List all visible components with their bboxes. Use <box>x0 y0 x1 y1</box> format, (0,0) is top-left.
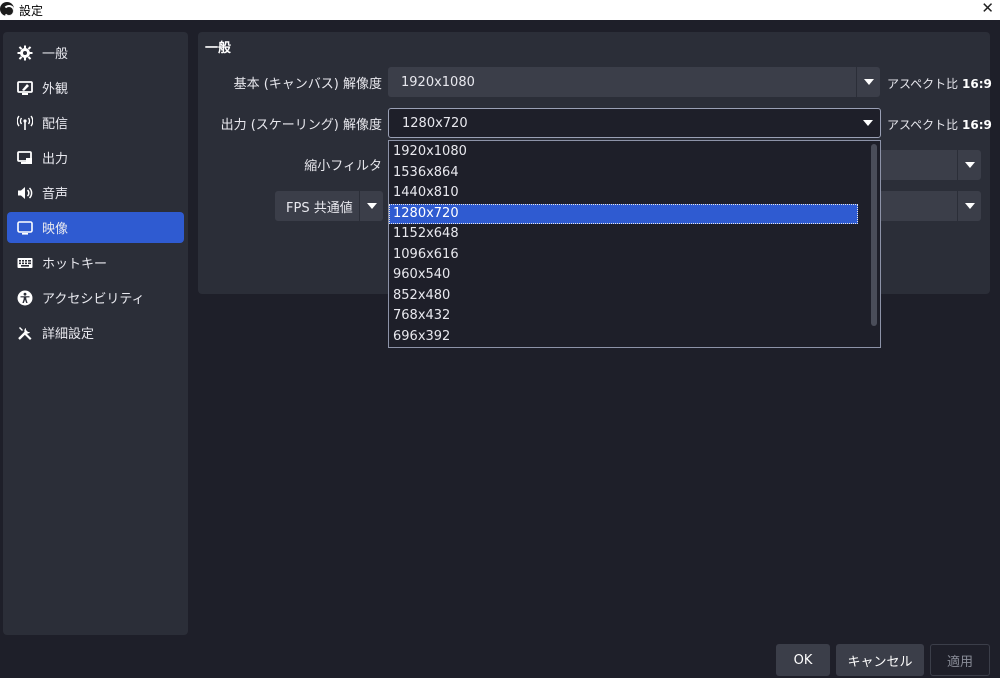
base-aspect-ratio: アスペクト比 16:9 <box>887 77 992 91</box>
downscale-filter-label: 縮小フィルタ <box>304 159 382 174</box>
chevron-down-icon[interactable] <box>957 150 981 180</box>
dropdown-option[interactable]: 1920x1080 <box>389 142 858 163</box>
sidebar-item-label: 映像 <box>42 222 69 237</box>
sidebar-item-label: ホットキー <box>42 257 108 272</box>
sidebar-item-label: 詳細設定 <box>42 327 95 342</box>
sidebar-item-label: 一般 <box>42 47 69 62</box>
section-title: 一般 <box>205 41 232 56</box>
chevron-down-icon[interactable] <box>359 191 383 221</box>
dropdown-option[interactable]: 1440x810 <box>389 183 858 204</box>
title-bar: 設定 ✕ <box>0 0 1000 20</box>
downscale-filter-combobox[interactable] <box>878 150 981 180</box>
sidebar-item-advanced[interactable]: 詳細設定 <box>7 317 184 348</box>
broadcast-icon <box>16 114 34 132</box>
chevron-down-icon[interactable] <box>856 67 880 97</box>
output-resolution-label: 出力 (スケーリング) 解像度 <box>220 118 382 133</box>
cancel-button[interactable]: キャンセル <box>836 644 924 676</box>
speaker-icon <box>16 184 34 202</box>
sidebar-item-appearance[interactable]: 外観 <box>7 72 184 103</box>
output-resolution-value: 1280x720 <box>402 115 468 131</box>
dropdown-option[interactable]: 852x480 <box>389 286 858 307</box>
sidebar-item-hotkeys[interactable]: ホットキー <box>7 247 184 278</box>
sidebar-item-label: 出力 <box>42 152 69 167</box>
sidebar-item-output[interactable]: 出力 <box>7 142 184 173</box>
gear-icon <box>16 44 34 62</box>
sidebar-item-video[interactable]: 映像 <box>7 212 184 243</box>
sidebar-item-audio[interactable]: 音声 <box>7 177 184 208</box>
chevron-down-icon[interactable] <box>957 191 981 221</box>
ok-button[interactable]: OK <box>776 644 830 676</box>
window-title: 設定 <box>19 4 44 18</box>
chevron-down-icon[interactable] <box>856 109 880 137</box>
dropdown-option[interactable]: 696x392 <box>389 327 858 348</box>
sidebar-item-accessibility[interactable]: アクセシビリティ <box>7 282 184 313</box>
keyboard-icon <box>16 254 34 272</box>
base-resolution-value: 1920x1080 <box>401 74 475 90</box>
output-resolution-dropdown: 1920x1080 1536x864 1440x810 1280x720 115… <box>388 140 881 348</box>
sidebar-item-label: 配信 <box>42 117 69 132</box>
close-icon[interactable]: ✕ <box>981 0 994 17</box>
accessibility-icon <box>16 289 34 307</box>
sidebar-item-label: アクセシビリティ <box>42 292 145 307</box>
dropdown-option[interactable]: 960x540 <box>389 265 858 286</box>
appearance-icon <box>16 79 34 97</box>
dropdown-option[interactable]: 1152x648 <box>389 224 858 245</box>
output-resolution-combobox[interactable]: 1280x720 <box>388 108 881 138</box>
sidebar-item-label: 音声 <box>42 187 69 202</box>
sidebar-item-general[interactable]: 一般 <box>7 37 184 68</box>
output-icon <box>16 149 34 167</box>
fps-type-value: FPS 共通値 <box>286 200 353 216</box>
sidebar-item-stream[interactable]: 配信 <box>7 107 184 138</box>
sidebar-item-label: 外観 <box>42 82 69 97</box>
dropdown-option[interactable]: 1536x864 <box>389 163 858 184</box>
obs-logo-icon <box>0 2 14 16</box>
output-aspect-ratio: アスペクト比 16:9 <box>887 118 992 132</box>
fps-type-combobox[interactable]: FPS 共通値 <box>275 191 383 221</box>
fps-value-combobox[interactable] <box>878 191 981 221</box>
base-resolution-label: 基本 (キャンバス) 解像度 <box>233 77 382 92</box>
monitor-icon <box>16 219 34 237</box>
dropdown-list: 1920x1080 1536x864 1440x810 1280x720 115… <box>389 141 880 347</box>
base-resolution-combobox[interactable]: 1920x1080 <box>388 67 880 97</box>
dropdown-option-selected[interactable]: 1280x720 <box>389 203 858 224</box>
dropdown-option[interactable]: 1096x616 <box>389 245 858 266</box>
settings-sidebar: 一般 外観 配信 出力 音声 映像 ホットキー アクセシビリティ 詳細設定 <box>3 32 188 635</box>
apply-button[interactable]: 適用 <box>930 644 990 676</box>
dropdown-option[interactable]: 768x432 <box>389 306 858 327</box>
dropdown-scrollbar-thumb[interactable] <box>871 144 877 326</box>
tools-icon <box>16 324 34 342</box>
